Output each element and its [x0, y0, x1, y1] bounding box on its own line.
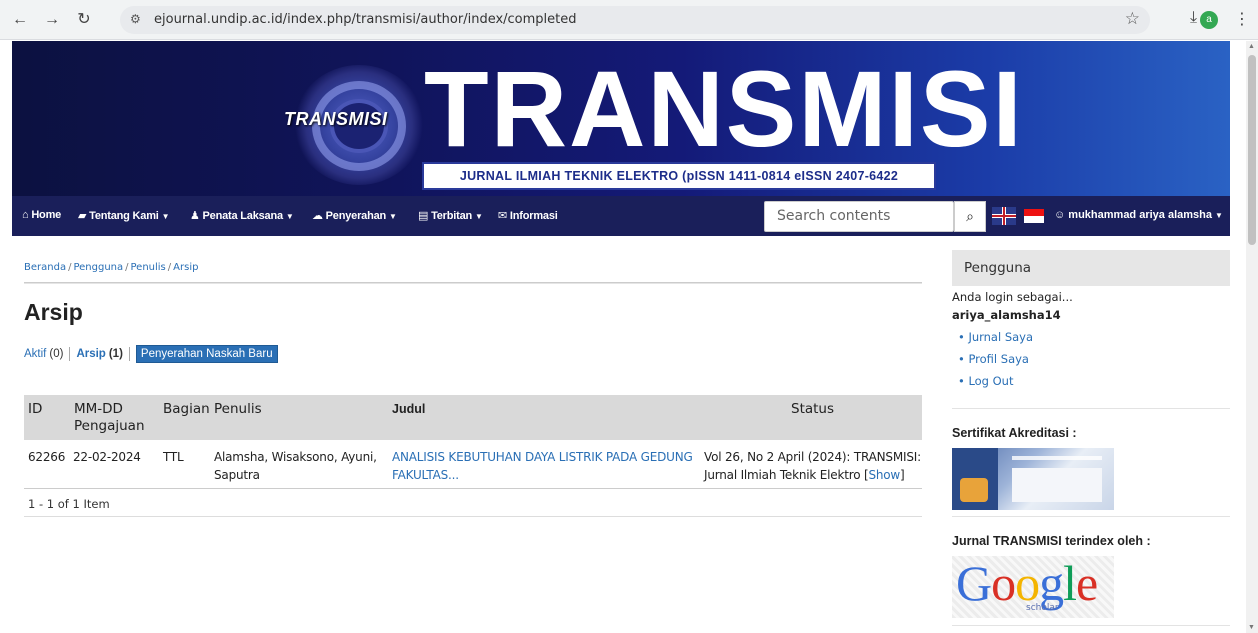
nav-penyerahan[interactable]: ☁ Penyerahan ▼: [312, 209, 397, 222]
browser-toolbar: ← → ↻ ⚙ ejournal.undip.ac.id/index.php/t…: [0, 0, 1258, 40]
page-scrollbar[interactable]: ▲ ▼: [1246, 41, 1258, 633]
scrollbar-thumb[interactable]: [1248, 55, 1256, 245]
header-status: Status: [791, 401, 835, 417]
user-menu-label: mukhammad ariya alamsha: [1068, 209, 1212, 221]
new-submission-button[interactable]: Penyerahan Naskah Baru: [135, 345, 278, 363]
megaphone-icon: ✉: [498, 210, 508, 222]
page-title: Arsip: [24, 299, 83, 325]
english-flag-icon[interactable]: [992, 207, 1016, 225]
header-date: MM-DD Pengajuan: [74, 401, 145, 434]
table-footer: 1 - 1 of 1 Item: [24, 489, 922, 517]
nav-informasi[interactable]: ✉ Informasi: [498, 209, 558, 222]
download-icon[interactable]: ⤓: [1190, 9, 1197, 27]
nav-penata-laksana-label: Penata Laksana: [202, 210, 284, 222]
banner-subtitle: JURNAL ILMIAH TEKNIK ELEKTRO (pISSN 1411…: [422, 162, 936, 190]
row-section: TTL: [163, 450, 184, 464]
reload-icon[interactable]: ↻: [74, 10, 94, 30]
chevron-down-icon: ▼: [389, 212, 397, 221]
row-date: 22-02-2024: [73, 450, 141, 464]
sidebar-link-profil-saya[interactable]: • Profil Saya: [958, 352, 1029, 366]
search-button[interactable]: ⌕: [954, 201, 986, 232]
index-title: Jurnal TRANSMISI terindex oleh :: [952, 534, 1151, 548]
table-row: 62266 22-02-2024 TTL Alamsha, Wisaksono,…: [24, 440, 922, 489]
scroll-down-icon[interactable]: ▼: [1248, 624, 1255, 631]
chevron-down-icon: ▼: [285, 212, 294, 221]
nav-penata-laksana[interactable]: ♟ Penata Laksana ▼: [190, 209, 294, 222]
forward-arrow-icon[interactable]: →: [42, 10, 62, 30]
address-bar[interactable]: ⚙ ejournal.undip.ac.id/index.php/transmi…: [120, 6, 1150, 34]
nav-terbitan[interactable]: ▤ Terbitan ▼: [418, 209, 483, 222]
accreditation-certificate-image[interactable]: [952, 448, 1114, 510]
back-arrow-icon[interactable]: ←: [10, 10, 30, 30]
search-icon: ⌕: [966, 208, 974, 224]
indonesia-flag-icon[interactable]: [1024, 209, 1044, 223]
nav-home[interactable]: ⌂ Home: [22, 209, 61, 221]
browser-menu-icon[interactable]: ⋮: [1234, 9, 1250, 29]
breadcrumb-beranda[interactable]: Beranda: [24, 262, 66, 273]
url-text: ejournal.undip.ac.id/index.php/transmisi…: [154, 12, 577, 27]
item-count: 1 - 1 of 1 Item: [28, 497, 110, 511]
search-input[interactable]: Search contents: [764, 201, 954, 232]
divider: [24, 282, 922, 284]
tab-arsip-count: (1): [108, 348, 123, 360]
bookmark-star-icon[interactable]: ☆: [1125, 9, 1140, 29]
header-section: Bagian: [163, 401, 210, 417]
google-scholar-logo[interactable]: Google scholar: [952, 555, 1114, 618]
tab-aktif[interactable]: Aktif: [24, 348, 46, 360]
tab-aktif-count: (0): [49, 348, 64, 360]
row-id: 62266: [28, 450, 66, 464]
divider: [952, 625, 1230, 626]
sidebar-user-heading: Pengguna: [952, 250, 1230, 286]
login-as-text: Anda login sebagai...: [952, 290, 1073, 304]
accreditation-title: Sertifikat Akreditasi :: [952, 426, 1077, 440]
header-title: Judul: [392, 402, 426, 416]
profile-avatar[interactable]: a: [1200, 11, 1218, 29]
main-navbar: ⌂ Home ▰ Tentang Kami ▼ ♟ Penata Laksana ▼…: [12, 196, 1230, 236]
status-show-link[interactable]: Show: [868, 468, 900, 482]
chevron-down-icon: ▼: [1214, 211, 1223, 220]
user-menu[interactable]: ☺ mukhammad ariya alamsha ▼: [1054, 209, 1223, 221]
submission-tabs: Aktif (0) Arsip (1) Penyerahan Naskah Ba…: [24, 345, 278, 363]
scroll-up-icon[interactable]: ▲: [1248, 43, 1255, 50]
breadcrumb: Beranda / Pengguna / Penulis / Arsip: [24, 262, 199, 273]
nav-home-label: Home: [31, 209, 62, 221]
book-icon: ▰: [78, 210, 87, 222]
cloud-upload-icon: ☁: [312, 210, 323, 222]
header-id: ID: [28, 401, 43, 417]
banner-title: TRANSMISI: [424, 48, 1024, 169]
header-authors: Penulis: [214, 401, 262, 417]
divider: [952, 516, 1230, 517]
user-circle-icon: ☺: [1054, 209, 1066, 221]
nav-tentang-kami[interactable]: ▰ Tentang Kami ▼: [78, 209, 170, 222]
journal-banner[interactable]: TRANSMISI TRANSMISI JURNAL ILMIAH TEKNIK…: [12, 41, 1230, 196]
user-icon: ♟: [190, 210, 200, 222]
row-status: Vol 26, No 2 April (2024): TRANSMISI: Jur…: [704, 450, 921, 482]
nav-penyerahan-label: Penyerahan: [325, 210, 387, 222]
divider: [952, 408, 1230, 409]
breadcrumb-arsip[interactable]: Arsip: [173, 262, 198, 273]
row-title-link[interactable]: ANALISIS KEBUTUHAN DAYA LISTRIK PADA GED…: [392, 448, 693, 484]
submissions-table: ID MM-DD Pengajuan Bagian Penulis Judul S…: [24, 395, 922, 517]
nav-informasi-label: Informasi: [509, 210, 558, 222]
breadcrumb-penulis[interactable]: Penulis: [131, 262, 166, 273]
site-info-icon[interactable]: ⚙: [130, 12, 146, 28]
table-header: ID MM-DD Pengajuan Bagian Penulis Judul S…: [24, 395, 922, 440]
sidebar-link-log-out[interactable]: • Log Out: [958, 374, 1013, 388]
nav-tentang-kami-label: Tentang Kami: [89, 210, 159, 222]
chevron-down-icon: ▼: [475, 212, 483, 221]
row-authors: Alamsha, Wisaksono, Ayuni, Saputra: [214, 450, 377, 482]
username: ariya_alamsha14: [952, 308, 1061, 322]
banner-small-logo: TRANSMISI: [284, 109, 388, 129]
sidebar-link-jurnal-saya[interactable]: • Jurnal Saya: [958, 330, 1033, 344]
breadcrumb-pengguna[interactable]: Pengguna: [73, 262, 123, 273]
home-icon: ⌂: [22, 209, 29, 221]
tab-arsip[interactable]: Arsip: [76, 348, 105, 360]
chevron-down-icon: ▼: [161, 212, 170, 221]
nav-terbitan-label: Terbitan: [431, 210, 473, 222]
document-icon: ▤: [418, 210, 429, 222]
